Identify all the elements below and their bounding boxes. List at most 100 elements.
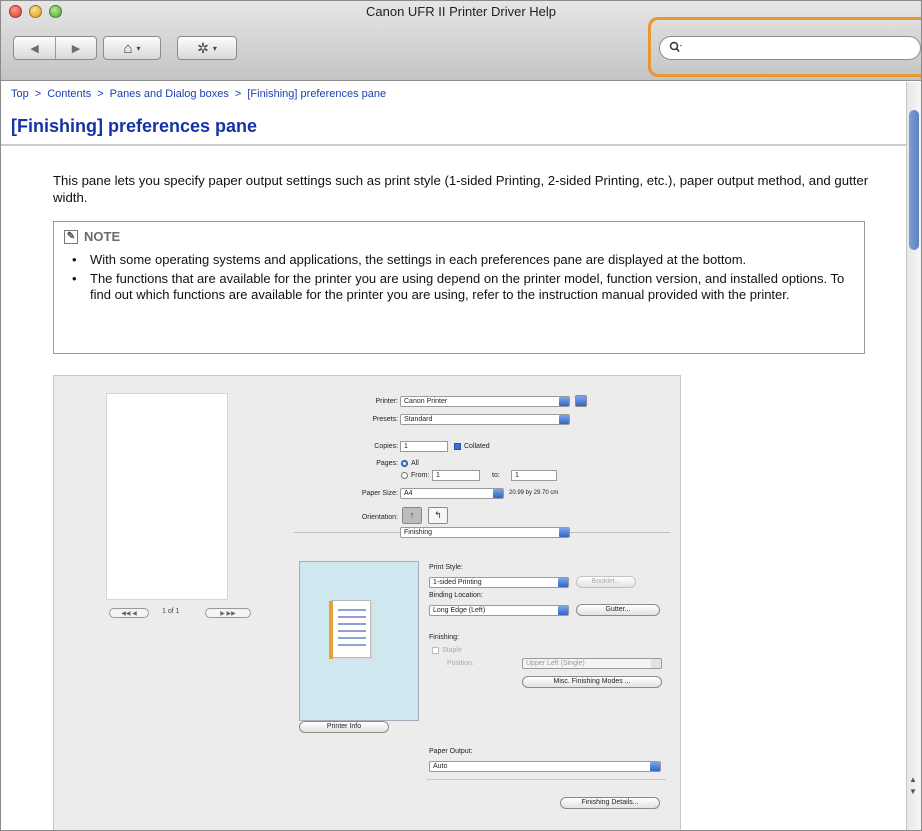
presets-value: Standard xyxy=(404,416,433,423)
note-item: The functions that are available for the… xyxy=(64,271,854,303)
binding-location-label: Binding Location: xyxy=(429,592,483,599)
staple-checkbox xyxy=(432,647,439,654)
orientation-label: Orientation: xyxy=(361,514,398,521)
text-line xyxy=(338,623,366,625)
preview-page-count: 1 of 1 xyxy=(162,608,180,615)
paper-output-popup: Auto xyxy=(429,761,661,772)
popup-arrow-icon xyxy=(559,415,569,424)
window-chrome: Canon UFR II Printer Driver Help ◀ ▶ ⌂ ▾… xyxy=(1,1,921,81)
printer-popup: Canon Printer xyxy=(400,396,570,407)
collated-label: Collated xyxy=(464,443,490,450)
home-button[interactable]: ⌂ ▾ xyxy=(103,36,161,60)
scroll-up-icon[interactable]: ▲ xyxy=(909,775,917,784)
text-line xyxy=(338,644,366,646)
breadcrumb-current: [Finishing] preferences pane xyxy=(247,88,387,100)
collated-checkbox xyxy=(454,443,461,450)
gutter-button: Gutter... xyxy=(576,604,660,616)
pane-value: Finishing xyxy=(404,529,433,536)
popup-arrow-icon xyxy=(558,606,568,615)
printer-info-button: Printer Info xyxy=(299,721,389,733)
back-forward-control: ◀ ▶ xyxy=(13,36,97,60)
popup-arrow-icon xyxy=(559,397,569,406)
search-input[interactable] xyxy=(659,36,921,60)
chevron-down-icon: ▾ xyxy=(136,43,141,53)
dialog-divider xyxy=(426,779,666,780)
pages-from-field: 1 xyxy=(432,470,480,481)
breadcrumb-separator: > xyxy=(97,88,104,100)
forward-icon[interactable]: ▶ xyxy=(54,37,96,59)
paper-size-label: Paper Size: xyxy=(361,490,398,497)
binding-edge xyxy=(329,601,333,659)
text-line xyxy=(338,630,366,632)
printer-value: Canon Printer xyxy=(404,398,448,405)
note-heading-label: NOTE xyxy=(84,229,121,244)
misc-finishing-modes-button: Misc. Finishing Modes ... xyxy=(522,676,662,688)
pages-label: Pages: xyxy=(376,460,398,467)
pages-all-label: All xyxy=(411,460,419,467)
print-style-label: Print Style: xyxy=(429,564,463,571)
help-window: Canon UFR II Printer Driver Help ◀ ▶ ⌂ ▾… xyxy=(0,0,922,831)
action-button[interactable]: ✲ ▾ xyxy=(177,36,237,60)
breadcrumb-panes[interactable]: Panes and Dialog boxes xyxy=(110,88,229,100)
text-line xyxy=(338,637,366,639)
popup-arrow-icon xyxy=(558,578,568,587)
popup-arrow-icon xyxy=(651,659,661,668)
title-divider xyxy=(1,144,906,146)
binding-location-popup: Long Edge (Left) xyxy=(429,605,569,616)
copies-label: Copies: xyxy=(374,443,398,450)
help-content: Top > Contents > Panes and Dialog boxes > [Fin… xyxy=(1,82,906,830)
position-label: Position: xyxy=(447,660,474,667)
vertical-scrollbar[interactable]: ▲ ▼ xyxy=(906,82,921,830)
print-style-value: 1-sided Printing xyxy=(433,579,482,586)
breadcrumb-contents[interactable]: Contents xyxy=(47,88,91,100)
finishing-label: Finishing: xyxy=(429,634,459,641)
breadcrumb-separator: > xyxy=(234,88,242,100)
home-icon: ⌂ xyxy=(123,39,133,57)
search-icon xyxy=(669,41,683,56)
orientation-landscape-button: ↰ xyxy=(428,507,448,524)
back-icon[interactable]: ◀ xyxy=(14,37,55,59)
note-item: With some operating systems and applicat… xyxy=(64,252,854,268)
staple-label: Staple xyxy=(442,647,462,654)
breadcrumb-top[interactable]: Top xyxy=(11,88,29,100)
scroll-down-icon[interactable]: ▼ xyxy=(909,787,917,796)
document-preview-icon xyxy=(329,600,371,659)
popup-arrow-icon xyxy=(559,528,569,537)
text-line xyxy=(338,616,366,618)
chevron-down-icon: ▾ xyxy=(212,43,217,53)
pages-from-radio xyxy=(401,472,408,479)
print-dialog-screenshot: ◀◀ ◀ 1 of 1 ▶ ▶▶ Printer: Canon Printer … xyxy=(53,375,681,830)
copies-field: 1 xyxy=(400,441,448,452)
pages-all-radio xyxy=(401,460,408,467)
print-preview-page xyxy=(106,393,228,600)
finishing-preview xyxy=(299,561,419,721)
search-highlight xyxy=(648,17,921,77)
booklet-button: Booklet... xyxy=(576,576,636,588)
paper-size-value: A4 xyxy=(404,490,413,497)
position-value: Upper Left (Single) xyxy=(526,660,585,667)
position-popup: Upper Left (Single) xyxy=(522,658,662,669)
paper-size-popup: A4 xyxy=(400,488,504,499)
popup-arrow-icon xyxy=(493,489,503,498)
pane-popup: Finishing xyxy=(400,527,570,538)
note-icon: ✎ xyxy=(64,229,78,244)
presets-label: Presets: xyxy=(372,416,398,423)
binding-location-value: Long Edge (Left) xyxy=(433,607,486,614)
pages-to-field: 1 xyxy=(511,470,557,481)
breadcrumb-separator: > xyxy=(34,88,42,100)
gear-icon: ✲ xyxy=(197,39,209,56)
print-style-popup: 1-sided Printing xyxy=(429,577,569,588)
printer-label: Printer: xyxy=(375,398,398,405)
note-box: ✎ NOTE With some operating systems and a… xyxy=(53,221,865,354)
note-heading: ✎ NOTE xyxy=(64,229,120,244)
breadcrumb: Top > Contents > Panes and Dialog boxes > [Fin… xyxy=(11,88,386,100)
orientation-portrait-button: ↑ xyxy=(402,507,422,524)
finishing-details-button: Finishing Details... xyxy=(560,797,660,809)
preview-next-buttons: ▶ ▶▶ xyxy=(205,608,251,618)
paper-output-label: Paper Output: xyxy=(429,748,473,755)
page-title: [Finishing] preferences pane xyxy=(11,116,258,136)
pages-to-label: to: xyxy=(492,472,500,479)
popup-arrow-icon xyxy=(650,762,660,771)
scrollbar-thumb[interactable] xyxy=(909,110,919,250)
presets-popup: Standard xyxy=(400,414,570,425)
